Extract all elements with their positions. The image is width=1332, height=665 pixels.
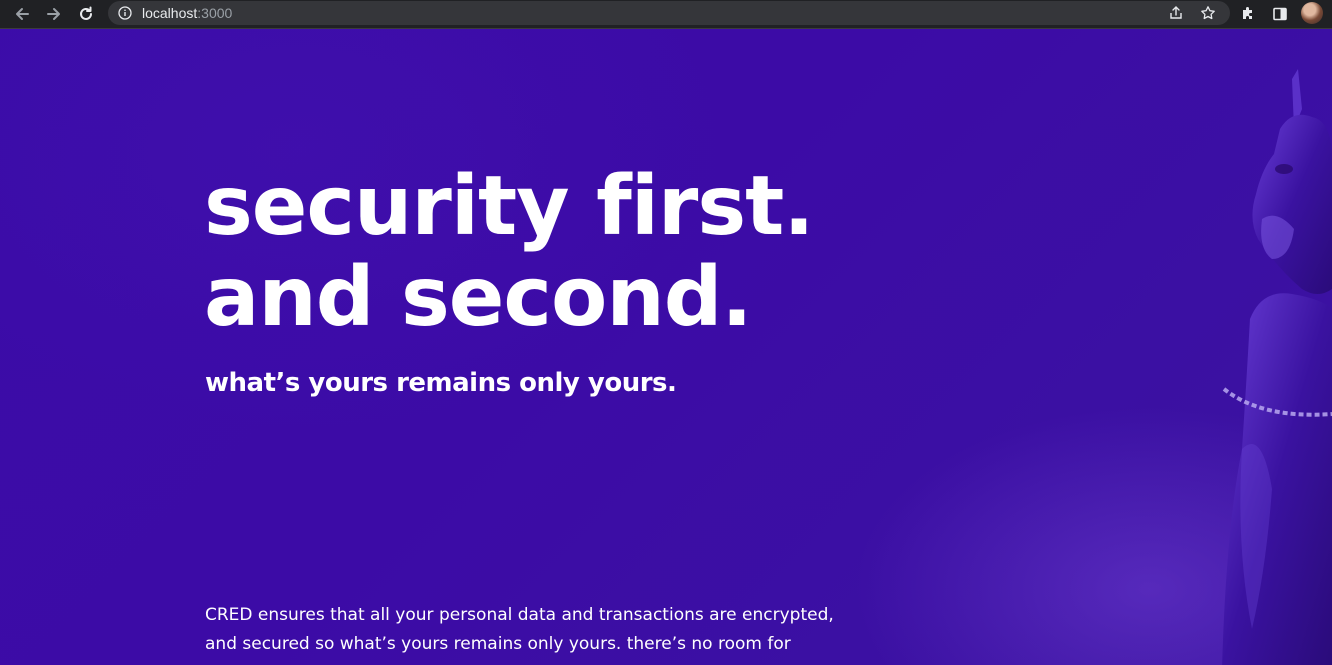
star-icon[interactable] <box>1198 3 1218 23</box>
doberman-illustration <box>1222 69 1332 665</box>
info-icon[interactable] <box>118 6 132 20</box>
headline-line-1: security first. <box>204 159 815 254</box>
profile-avatar[interactable] <box>1301 2 1323 24</box>
back-arrow-icon[interactable] <box>10 2 34 26</box>
url-port: :3000 <box>197 5 233 21</box>
share-icon[interactable] <box>1166 3 1186 23</box>
url-host: localhost <box>142 5 198 21</box>
extensions-icon[interactable] <box>1236 2 1260 26</box>
browser-toolbar: localhost:3000 <box>0 0 1332 29</box>
hero-subheadline: what’s yours remains only yours. <box>205 368 677 398</box>
address-bar[interactable]: localhost:3000 <box>108 1 1230 25</box>
forward-arrow-icon[interactable] <box>42 2 66 26</box>
url-text: localhost:3000 <box>142 4 232 22</box>
side-panel-icon[interactable] <box>1268 2 1292 26</box>
hero-description: CRED ensures that all your personal data… <box>205 605 834 665</box>
headline-line-2: and second. <box>204 250 753 345</box>
hero-headline: security first. and second. <box>204 159 815 345</box>
hero-section: security first. and second. what’s yours… <box>0 29 1332 665</box>
reload-icon[interactable] <box>74 2 98 26</box>
